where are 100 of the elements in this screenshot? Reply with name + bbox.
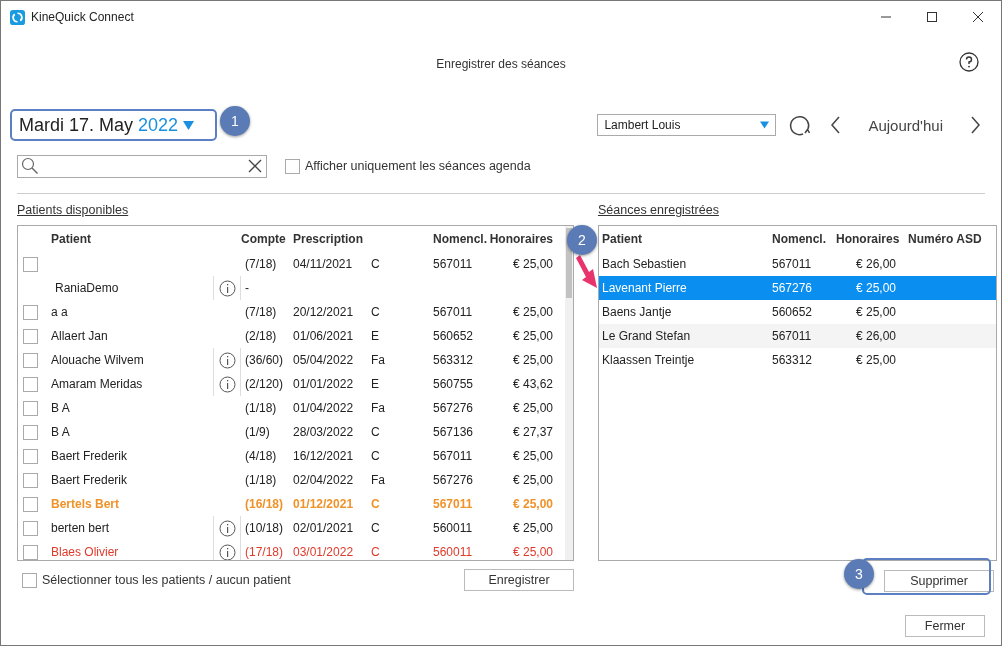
column-header: Numéro ASD <box>908 232 983 246</box>
patient-row[interactable]: Blaes Olivier (17/18) 03/01/2022 C 560011 € 25,00 <box>18 540 555 560</box>
info-icon[interactable] <box>218 375 236 393</box>
fee-cell-text: € 25,00 <box>511 497 553 511</box>
type-cell-text: C <box>371 521 381 535</box>
patient-row[interactable]: B A (1/18) 01/04/2022 Fa 567276 € 25,00 <box>18 396 555 420</box>
code-cell-text: 567276 <box>772 281 814 295</box>
column-header: Patient <box>602 232 643 246</box>
patient-row[interactable]: B A (1/9) 28/03/2022 C 567136 € 27,37 <box>18 420 555 444</box>
patient-name: B A <box>51 401 71 415</box>
dropdown-arrow-icon <box>183 120 195 130</box>
info-icon[interactable] <box>218 351 236 369</box>
patient-row[interactable]: berten bert (10/18) 02/01/2021 C 560011 € 25,00 <box>18 516 555 540</box>
counter-cell-text: (2/120) <box>245 377 285 391</box>
code-cell-text: 567011 <box>433 449 474 463</box>
column-header: Patient <box>51 232 92 246</box>
scrollbar[interactable] <box>565 226 573 560</box>
row-checkbox[interactable] <box>23 376 38 392</box>
counter-cell-text: (10/18) <box>245 521 285 535</box>
date-cell-text: 01/01/2022 <box>293 377 355 391</box>
fee-cell-text: € 25,00 <box>511 521 553 535</box>
date-cell-text: 03/01/2022 <box>293 545 355 559</box>
fee-cell-text: € 25,00 <box>854 281 896 295</box>
patient-row[interactable]: Amaram Meridas (2/120) 01/01/2022 E 560755 € 43,62 <box>18 372 555 396</box>
patient-name: Le Grand Stefan <box>602 329 692 343</box>
row-checkbox[interactable] <box>23 448 38 464</box>
row-checkbox[interactable] <box>23 328 38 344</box>
info-icon[interactable] <box>218 279 236 297</box>
type-cell-text: C <box>371 545 381 559</box>
save-button[interactable]: Enregistrer <box>464 569 574 591</box>
session-row[interactable]: Le Grand Stefan 567011 € 26,00 <box>599 324 996 348</box>
therapist-dropdown[interactable]: Lambert Louis <box>597 114 777 136</box>
page-title: Enregistrer des séances <box>436 57 566 71</box>
patient-name: Baert Frederik <box>51 449 129 463</box>
help-icon[interactable] <box>959 52 979 72</box>
patient-row[interactable]: Baert Frederik (1/18) 02/04/2022 Fa 567276 € 25,00 <box>18 468 555 492</box>
patient-row[interactable]: (7/18) 04/11/2021 C 567011 € 25,00 <box>18 252 555 276</box>
patient-name: Alouache Wilvem <box>51 353 145 367</box>
fee-cell-text: € 26,00 <box>854 257 896 271</box>
date-cell-text: 01/06/2021 <box>293 329 355 343</box>
patient-name: Baert Frederik <box>51 473 129 487</box>
row-checkbox[interactable] <box>23 256 38 272</box>
column-header: Nomencl. <box>772 232 827 246</box>
patient-row[interactable]: Allaert Jan (2/18) 01/06/2021 E 560652 € 25,00 <box>18 324 555 348</box>
row-checkbox[interactable] <box>23 352 38 368</box>
type-cell-text: C <box>371 497 381 511</box>
info-icon[interactable] <box>218 543 236 560</box>
search-field[interactable] <box>17 154 267 178</box>
step-marker: 2 <box>567 225 597 255</box>
patient-name: Allaert Jan <box>51 329 109 343</box>
patient-row[interactable]: Baert Frederik (4/18) 16/12/2021 C 567011 € 25,00 <box>18 444 555 468</box>
close-button[interactable]: Fermer <box>905 615 985 637</box>
today-button[interactable]: Aujourd'hui <box>860 116 951 134</box>
row-checkbox[interactable] <box>23 472 38 488</box>
date-cell-text: 04/11/2021 <box>293 257 354 271</box>
fee-cell-text: € 25,00 <box>511 401 553 415</box>
fee-cell-text: € 25,00 <box>511 545 553 559</box>
select-all-checkbox[interactable] <box>22 572 37 588</box>
row-checkbox[interactable] <box>23 304 38 320</box>
fee-cell-text: € 25,00 <box>854 353 896 367</box>
column-header: Honoraires <box>836 232 901 246</box>
patient-name: Lavenant Pierre <box>602 281 688 295</box>
delete-button[interactable]: Supprimer <box>884 570 994 592</box>
type-cell-text: Fa <box>371 401 386 415</box>
info-icon[interactable] <box>218 519 236 537</box>
row-checkbox[interactable] <box>23 400 38 416</box>
session-row[interactable]: Bach Sebastien 567011 € 26,00 <box>599 252 996 276</box>
refresh-icon[interactable] <box>788 113 813 137</box>
date-cell-text: 05/04/2022 <box>293 353 355 367</box>
column-header: Prescription <box>293 232 365 246</box>
agenda-checkbox[interactable] <box>285 158 300 174</box>
session-row[interactable]: Klaassen Treintje 563312 € 25,00 <box>599 348 996 372</box>
row-checkbox[interactable] <box>23 544 38 560</box>
code-cell-text: 560011 <box>433 545 474 559</box>
dropdown-arrow-icon <box>760 121 770 129</box>
row-checkbox[interactable] <box>23 520 38 536</box>
fee-cell-text: € 25,00 <box>511 449 553 463</box>
code-cell-text: 560755 <box>433 377 475 391</box>
counter-cell-text: - <box>245 281 250 295</box>
row-checkbox[interactable] <box>23 496 38 512</box>
fee-cell-text: € 43,62 <box>511 377 553 391</box>
date-cell-text: 01/04/2022 <box>293 401 355 415</box>
counter-cell-text: (7/18) <box>245 257 278 271</box>
code-cell-text: 567136 <box>433 425 475 439</box>
session-row[interactable]: Baens Jantje 560652 € 25,00 <box>599 300 996 324</box>
checkbox-label: Sélectionner tous les patients / aucun patient <box>42 573 291 587</box>
code-cell-text: 560011 <box>433 521 474 535</box>
column-header: Honoraires <box>488 232 553 246</box>
step-marker: 1 <box>220 106 250 136</box>
patient-row[interactable]: a a (7/18) 20/12/2021 C 567011 € 25,00 <box>18 300 555 324</box>
patient-name: Bach Sebastien <box>602 257 688 271</box>
window-title: KineQuick Connect <box>31 10 134 24</box>
patient-row[interactable]: Alouache Wilvem (36/60) 05/04/2022 Fa 563312 € 25,00 <box>18 348 555 372</box>
clear-icon[interactable] <box>247 158 263 174</box>
row-checkbox[interactable] <box>23 424 38 440</box>
code-cell-text: 567011 <box>433 305 474 319</box>
type-cell-text: E <box>371 377 380 391</box>
date-picker[interactable]: Mardi 17. May 2022 <box>10 109 217 141</box>
fee-cell-text: € 25,00 <box>511 305 553 319</box>
patient-name: a a <box>51 305 69 319</box>
